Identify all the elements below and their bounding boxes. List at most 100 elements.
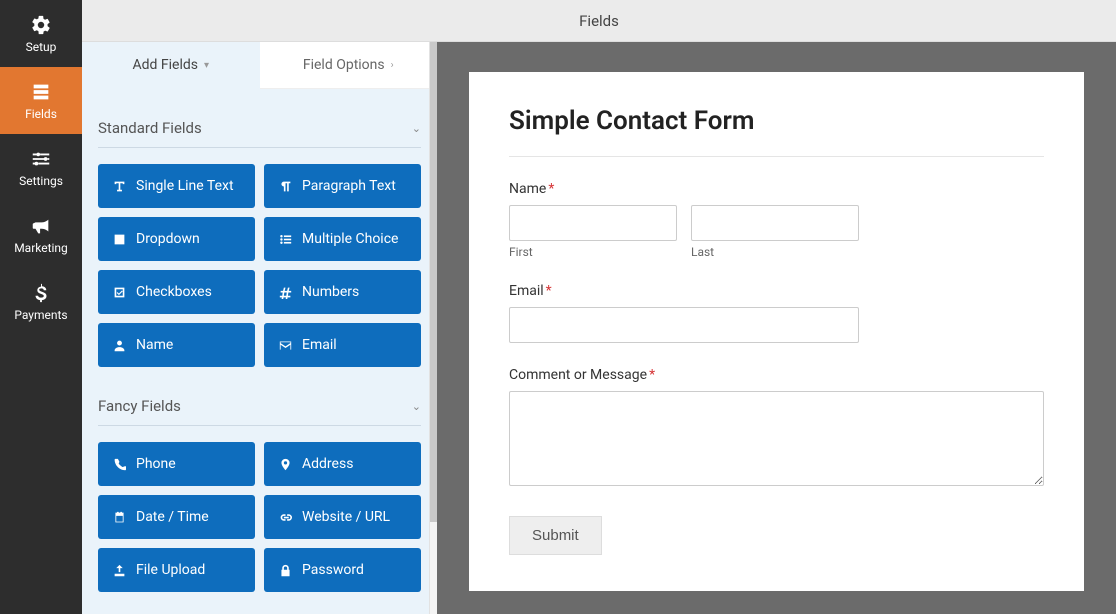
hash-icon <box>278 286 292 299</box>
field-label: Multiple Choice <box>302 231 398 247</box>
envelope-icon <box>278 339 292 352</box>
field-name[interactable]: Name <box>98 323 255 367</box>
last-name-input[interactable] <box>691 205 859 241</box>
map-pin-icon <box>278 458 292 471</box>
first-sublabel: First <box>509 245 677 259</box>
main-body: Add Fields ▾ Field Options › Standard Fi… <box>82 42 1116 614</box>
fields-panel: Add Fields ▾ Field Options › Standard Fi… <box>82 42 437 614</box>
field-paragraph-text[interactable]: Paragraph Text <box>264 164 421 208</box>
form-icon <box>30 81 52 103</box>
vnav-item-setup[interactable]: Setup <box>0 0 82 67</box>
vnav-item-payments[interactable]: Payments <box>0 268 82 335</box>
user-icon <box>112 339 126 352</box>
field-label: Numbers <box>302 284 359 300</box>
vnav-item-settings[interactable]: Settings <box>0 134 82 201</box>
field-label: Checkboxes <box>136 284 212 300</box>
vertical-nav: Setup Fields Settings Marketing Payments <box>0 0 82 614</box>
field-checkboxes[interactable]: Checkboxes <box>98 270 255 314</box>
field-label: Paragraph Text <box>302 178 396 194</box>
vnav-label: Setup <box>26 40 57 54</box>
field-label: Password <box>302 562 364 578</box>
message-textarea[interactable] <box>509 391 1044 486</box>
bullhorn-icon <box>30 215 52 237</box>
required-marker: * <box>548 181 554 197</box>
text-input-icon <box>112 180 126 193</box>
caret-square-icon <box>112 233 126 246</box>
field-numbers[interactable]: Numbers <box>264 270 421 314</box>
field-multiple-choice[interactable]: Multiple Choice <box>264 217 421 261</box>
message-label: Comment or Message <box>509 367 647 383</box>
panel-body: Standard Fields ⌄ Single Line Text Parag… <box>82 89 437 614</box>
field-date-time[interactable]: Date / Time <box>98 495 255 539</box>
field-single-line-text[interactable]: Single Line Text <box>98 164 255 208</box>
sliders-icon <box>30 148 52 170</box>
list-dots-icon <box>278 233 292 246</box>
vnav-label: Settings <box>19 174 63 188</box>
gear-icon <box>30 14 52 36</box>
field-website-url[interactable]: Website / URL <box>264 495 421 539</box>
tab-add-fields[interactable]: Add Fields ▾ <box>82 42 260 89</box>
field-label: Phone <box>136 456 176 472</box>
form-preview: Simple Contact Form Name* First Last <box>437 42 1116 614</box>
section-title: Fancy Fields <box>98 397 181 415</box>
vnav-label: Marketing <box>14 241 68 255</box>
chevron-right-icon: › <box>391 60 394 71</box>
main-area: Fields Add Fields ▾ Field Options › Stan… <box>82 0 1116 614</box>
form-row-message: Comment or Message* <box>509 367 1044 486</box>
dollar-icon <box>30 282 52 304</box>
field-label: Single Line Text <box>136 178 234 194</box>
standard-fields-grid: Single Line Text Paragraph Text Dropdown <box>98 164 421 367</box>
email-label: Email <box>509 283 544 299</box>
toolbar-title: Fields <box>579 12 619 30</box>
submit-button[interactable]: Submit <box>509 516 602 555</box>
field-file-upload[interactable]: File Upload <box>98 548 255 592</box>
toolbar: Fields <box>82 0 1116 42</box>
vnav-label: Fields <box>25 107 57 121</box>
field-dropdown[interactable]: Dropdown <box>98 217 255 261</box>
divider <box>509 156 1044 157</box>
check-square-icon <box>112 286 126 299</box>
chevron-down-icon: ⌄ <box>412 400 421 413</box>
field-label: Name <box>136 337 173 353</box>
form-row-name: Name* First Last <box>509 181 1044 259</box>
form-title: Simple Contact Form <box>509 106 1044 136</box>
field-password[interactable]: Password <box>264 548 421 592</box>
lock-icon <box>278 564 292 577</box>
section-header-fancy[interactable]: Fancy Fields ⌄ <box>98 387 421 426</box>
email-input[interactable] <box>509 307 859 343</box>
phone-icon <box>112 458 126 471</box>
field-email[interactable]: Email <box>264 323 421 367</box>
last-sublabel: Last <box>691 245 859 259</box>
field-label: Date / Time <box>136 509 209 525</box>
field-phone[interactable]: Phone <box>98 442 255 486</box>
section-fancy-fields: Fancy Fields ⌄ Phone Address <box>98 387 421 592</box>
panel-scrollbar-thumb[interactable] <box>430 42 437 522</box>
vnav-item-marketing[interactable]: Marketing <box>0 201 82 268</box>
form-card: Simple Contact Form Name* First Last <box>469 72 1084 591</box>
panel-scrollbar[interactable] <box>429 42 437 614</box>
tab-field-options[interactable]: Field Options › <box>260 42 438 89</box>
field-label: Email <box>302 337 337 353</box>
field-label: Address <box>302 456 353 472</box>
paragraph-icon <box>278 180 292 193</box>
section-standard-fields: Standard Fields ⌄ Single Line Text Parag… <box>98 109 421 367</box>
name-last-col: Last <box>691 205 859 259</box>
chevron-down-icon: ▾ <box>204 60 209 71</box>
fancy-fields-grid: Phone Address Date / Time Website / <box>98 442 421 592</box>
name-label: Name <box>509 181 546 197</box>
vnav-item-fields[interactable]: Fields <box>0 67 82 134</box>
tab-label: Add Fields <box>132 57 198 73</box>
first-name-input[interactable] <box>509 205 677 241</box>
tab-label: Field Options <box>303 57 385 73</box>
upload-icon <box>112 564 126 577</box>
section-header-standard[interactable]: Standard Fields ⌄ <box>98 109 421 148</box>
section-title: Standard Fields <box>98 119 202 137</box>
form-row-email: Email* <box>509 283 1044 343</box>
link-icon <box>278 511 292 524</box>
required-marker: * <box>546 283 552 299</box>
field-label: Dropdown <box>136 231 200 247</box>
field-label: Website / URL <box>302 509 390 525</box>
field-label: File Upload <box>136 562 205 578</box>
name-first-col: First <box>509 205 677 259</box>
field-address[interactable]: Address <box>264 442 421 486</box>
